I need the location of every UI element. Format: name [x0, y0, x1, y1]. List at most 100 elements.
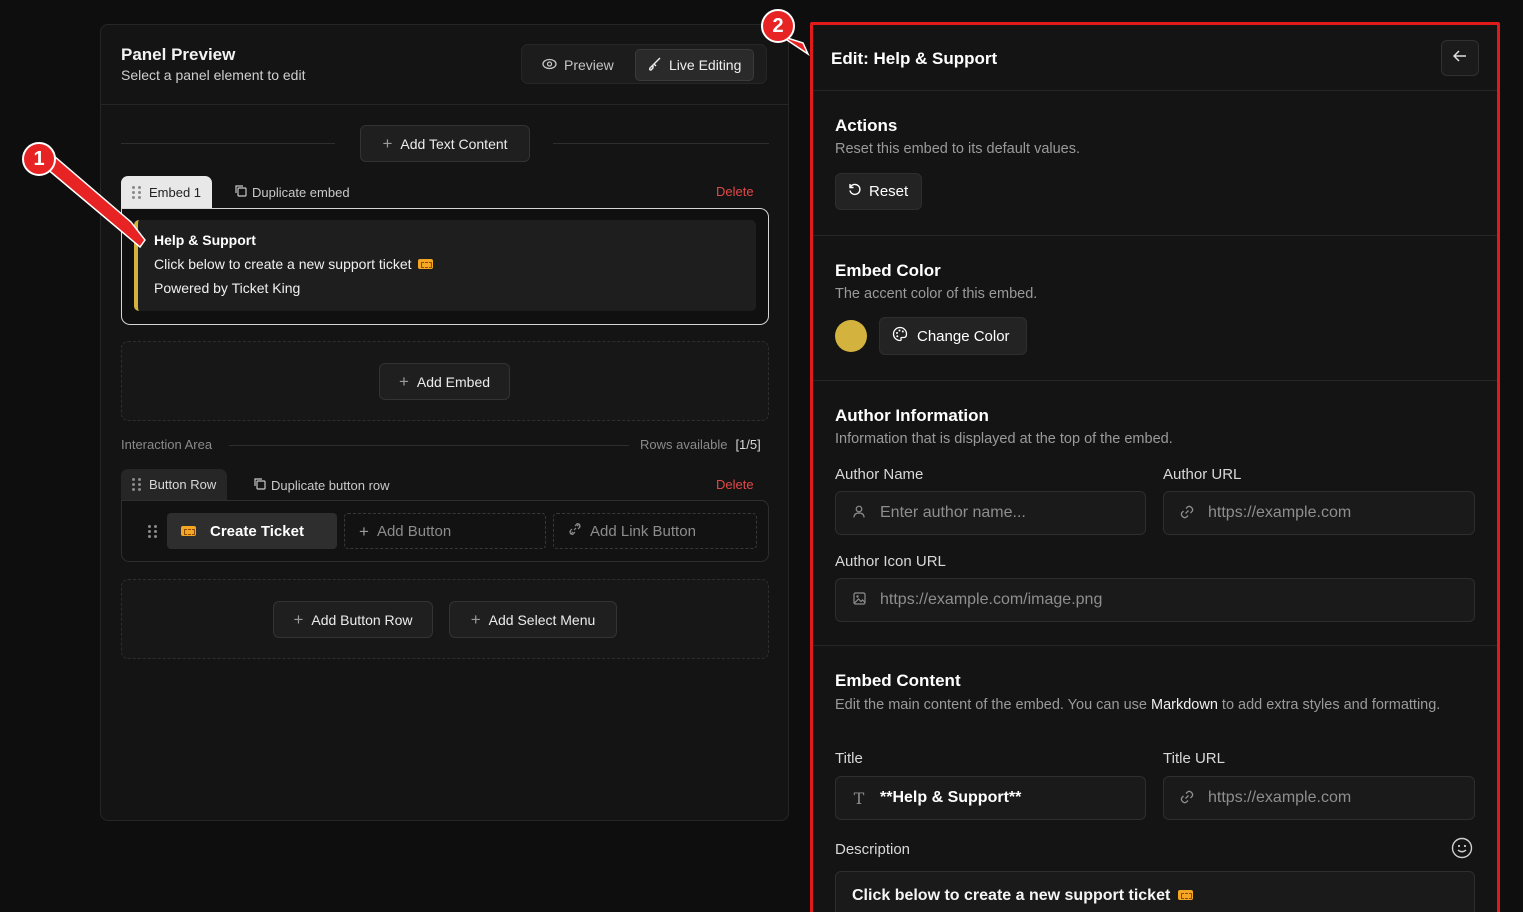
- edit-panel: Edit: Help & Support Actions Reset this …: [810, 22, 1500, 912]
- embed-title: Help & Support: [154, 232, 256, 248]
- author-url-input[interactable]: https://example.com: [1163, 491, 1475, 535]
- delete-button-row-button[interactable]: Delete: [716, 477, 754, 492]
- create-ticket-button[interactable]: Create Ticket: [167, 513, 337, 549]
- panel-preview-title: Panel Preview: [121, 45, 236, 64]
- add-button-label: Add Button: [376, 522, 452, 540]
- author-icon-url-placeholder: https://example.com/image.png: [880, 591, 1103, 608]
- embed-content-section: Embed Content Edit the main content of t…: [813, 646, 1497, 912]
- button-row-tab-label: Button Row: [149, 477, 217, 492]
- add-select-menu-button[interactable]: + Add Select Menu: [449, 601, 617, 638]
- reset-icon: [848, 183, 861, 200]
- markdown-link[interactable]: Markdown: [1151, 697, 1218, 713]
- annotation-badge-1: 1: [22, 142, 56, 176]
- add-link-button-button[interactable]: Add Link Button: [553, 513, 757, 549]
- rows-available-count: [1/5]: [735, 437, 761, 452]
- add-row-area: [121, 579, 769, 659]
- embed-color-title: Embed Color: [835, 261, 941, 280]
- link-icon: [568, 522, 582, 540]
- plus-icon: +: [359, 521, 369, 541]
- divider: [229, 445, 629, 446]
- embed-footer: Powered by Ticket King: [154, 280, 301, 296]
- ticket-icon: [417, 259, 433, 269]
- divider: [553, 143, 769, 144]
- description-textarea[interactable]: Click below to create a new support tick…: [835, 871, 1475, 912]
- back-button[interactable]: [1441, 40, 1479, 76]
- preview-mode-label: Preview: [564, 57, 614, 73]
- mode-toggle: Preview Live Editing: [521, 44, 767, 84]
- arrow-left-icon: [1452, 49, 1467, 67]
- panel-preview-header: Panel Preview Select a panel element to …: [101, 25, 788, 105]
- change-color-button[interactable]: Change Color: [879, 317, 1027, 355]
- live-editing-mode-button[interactable]: Live Editing: [635, 49, 755, 81]
- add-embed-label: Add Embed: [416, 373, 491, 390]
- author-description: Information that is displayed at the top…: [835, 431, 1173, 447]
- embed-preview[interactable]: Help & Support Click below to create a n…: [121, 208, 769, 325]
- ticket-icon: [181, 526, 196, 536]
- actions-section: Actions Reset this embed to its default …: [813, 91, 1497, 236]
- duplicate-embed-button[interactable]: Duplicate embed: [234, 184, 350, 200]
- title-url-input[interactable]: https://example.com: [1163, 776, 1475, 820]
- author-url-placeholder: https://example.com: [1208, 504, 1352, 521]
- add-button-row-button[interactable]: + Add Button Row: [273, 601, 433, 638]
- reset-button[interactable]: Reset: [835, 173, 922, 210]
- embed-content-desc-text-end: to add extra styles and formatting.: [1217, 697, 1441, 713]
- reset-label: Reset: [869, 183, 909, 200]
- title-url-label: Title URL: [1163, 750, 1225, 767]
- plus-icon: +: [398, 372, 409, 391]
- panel-preview: Panel Preview Select a panel element to …: [100, 24, 789, 821]
- color-swatch[interactable]: [835, 320, 867, 352]
- title-label: Title: [835, 750, 863, 767]
- duplicate-embed-label: Duplicate embed: [252, 184, 350, 200]
- image-icon: [852, 592, 866, 608]
- duplicate-button-row-button[interactable]: Duplicate button row: [253, 477, 390, 493]
- add-text-content-button[interactable]: + Add Text Content: [360, 125, 530, 162]
- title-input-value: **Help & Support**: [880, 789, 1022, 806]
- drag-handle-icon[interactable]: [148, 525, 157, 538]
- add-text-content-label: Add Text Content: [400, 135, 508, 152]
- smiley-icon: [1451, 837, 1473, 863]
- edit-panel-title: Edit: Help & Support: [831, 49, 998, 68]
- emoji-picker-button[interactable]: [1451, 837, 1473, 864]
- brush-icon: [648, 57, 662, 74]
- user-icon: [852, 505, 866, 521]
- drag-handle-icon[interactable]: [132, 478, 141, 491]
- add-button-button[interactable]: + Add Button: [344, 513, 546, 549]
- add-embed-button[interactable]: + Add Embed: [379, 363, 510, 400]
- drag-handle-icon[interactable]: [132, 185, 141, 199]
- preview-mode-button[interactable]: Preview: [530, 49, 626, 81]
- description-value: Click below to create a new support tick…: [852, 887, 1171, 904]
- create-ticket-label: Create Ticket: [210, 522, 304, 540]
- copy-icon: [253, 477, 266, 493]
- delete-embed-button[interactable]: Delete: [716, 184, 754, 199]
- button-row-tab[interactable]: Button Row: [121, 469, 228, 500]
- title-url-placeholder: https://example.com: [1208, 789, 1352, 806]
- embed-card[interactable]: Help & Support Click below to create a n…: [134, 220, 756, 311]
- rows-available: Rows available [1/5]: [640, 437, 761, 452]
- embed-content-desc-text: Edit the main content of the embed. You …: [835, 697, 1151, 713]
- ticket-icon: [1178, 890, 1194, 900]
- author-icon-url-input[interactable]: https://example.com/image.png: [835, 578, 1475, 622]
- copy-icon: [234, 184, 247, 200]
- author-name-label: Author Name: [835, 466, 924, 483]
- embed-content-description: Edit the main content of the embed. You …: [835, 696, 1455, 715]
- link-icon: [1180, 505, 1194, 522]
- live-editing-label: Live Editing: [669, 57, 742, 73]
- add-link-button-label: Add Link Button: [590, 522, 696, 540]
- plus-icon: +: [293, 610, 304, 629]
- actions-description: Reset this embed to its default values.: [835, 141, 1081, 157]
- author-icon-url-label: Author Icon URL: [835, 553, 946, 570]
- embed-color-description: The accent color of this embed.: [835, 286, 1038, 302]
- embed-tab[interactable]: Embed 1: [121, 176, 213, 208]
- panel-preview-subtitle: Select a panel element to edit: [121, 67, 306, 83]
- embed-color-section: Embed Color The accent color of this emb…: [813, 236, 1497, 381]
- link-icon: [1180, 790, 1194, 807]
- add-select-menu-label: Add Select Menu: [488, 611, 596, 628]
- title-input[interactable]: T **Help & Support**: [835, 776, 1146, 820]
- author-name-placeholder: Enter author name...: [880, 504, 1026, 521]
- author-name-input[interactable]: Enter author name...: [835, 491, 1146, 535]
- button-row: Create Ticket + Add Button Add Link Butt…: [121, 500, 769, 562]
- author-section: Author Information Information that is d…: [813, 381, 1497, 646]
- rows-available-label: Rows available: [640, 437, 728, 452]
- duplicate-button-row-label: Duplicate button row: [271, 477, 390, 493]
- actions-title: Actions: [835, 116, 898, 135]
